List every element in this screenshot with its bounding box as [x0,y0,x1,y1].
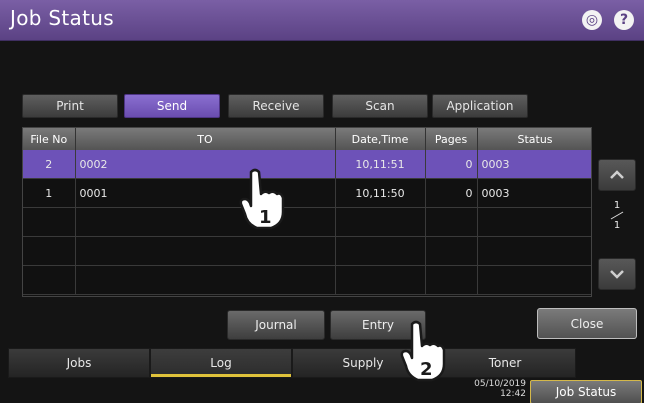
page-title: Job Status [10,6,114,30]
page-indicator: 1 1 [610,200,624,231]
pointer-hand-icon: 2 [400,320,446,382]
cell-pages: 0 [425,178,478,208]
job-status-button[interactable]: Job Status [530,380,642,403]
cell-date-time: 10,11:50 [335,178,426,208]
date-time-display: 05/10/2019 12:42 [470,379,526,399]
table-row-empty [23,207,591,237]
cell-file-no: 1 [23,178,76,208]
job-type-tabs: Print Send Receive Scan Application [22,94,542,118]
tab-receive[interactable]: Receive [228,94,324,118]
page-total: 1 [613,220,621,231]
title-bar: Job Status ◎ ? [0,0,644,41]
bottom-tabs: Jobs Log Supply Toner [8,348,576,378]
job-status-screen: Job Status ◎ ? Print Send Receive Scan A… [0,0,644,403]
close-button[interactable]: Close [537,308,637,339]
chevron-down-icon [610,270,624,279]
job-log-table: File No TO Date,Time Pages Status 2 0002… [22,127,592,297]
tab-send[interactable]: Send [124,94,220,118]
cell-pages: 0 [425,150,478,179]
page-divider [610,211,624,220]
cell-status: 0003 [477,150,591,179]
tab-log[interactable]: Log [150,348,292,378]
column-header-date-time[interactable]: Date,Time [335,128,426,150]
table-row-empty [23,236,591,266]
journal-button[interactable]: Journal [227,310,325,340]
tab-application[interactable]: Application [432,94,528,118]
scroll-up-button[interactable] [598,159,636,191]
cell-date-time: 10,11:51 [335,150,426,179]
tab-log-label: Log [210,356,232,370]
pointer-hand-icon: 1 [239,168,285,230]
column-header-pages[interactable]: Pages [425,128,478,150]
table-header-row: File No TO Date,Time Pages Status [23,128,591,150]
column-header-file-no[interactable]: File No [23,128,76,150]
tab-print[interactable]: Print [22,94,118,118]
scroll-down-button[interactable] [598,258,636,290]
time-text: 12:42 [500,389,526,399]
page-current: 1 [613,200,621,211]
table-row[interactable]: 1 0001 10,11:50 0 0003 [23,178,591,208]
active-tab-underline [151,374,291,377]
tab-jobs[interactable]: Jobs [8,348,150,378]
tab-scan[interactable]: Scan [332,94,428,118]
cell-file-no: 2 [23,150,76,179]
chevron-up-icon [610,170,624,179]
table-row-empty [23,265,591,295]
globe-icon[interactable]: ◎ [582,10,602,30]
cell-to: 0002 [75,150,336,179]
table-row[interactable]: 2 0002 10,11:51 0 0003 [23,150,591,179]
tab-toner[interactable]: Toner [434,348,576,378]
callout-number-1: 1 [259,207,272,228]
column-header-to[interactable]: TO [75,128,336,150]
help-icon[interactable]: ? [614,10,634,30]
callout-number-2: 2 [420,359,433,380]
column-header-status[interactable]: Status [477,128,591,150]
cell-status: 0003 [477,178,591,208]
cell-to: 0001 [75,178,336,208]
date-text: 05/10/2019 [474,379,526,389]
